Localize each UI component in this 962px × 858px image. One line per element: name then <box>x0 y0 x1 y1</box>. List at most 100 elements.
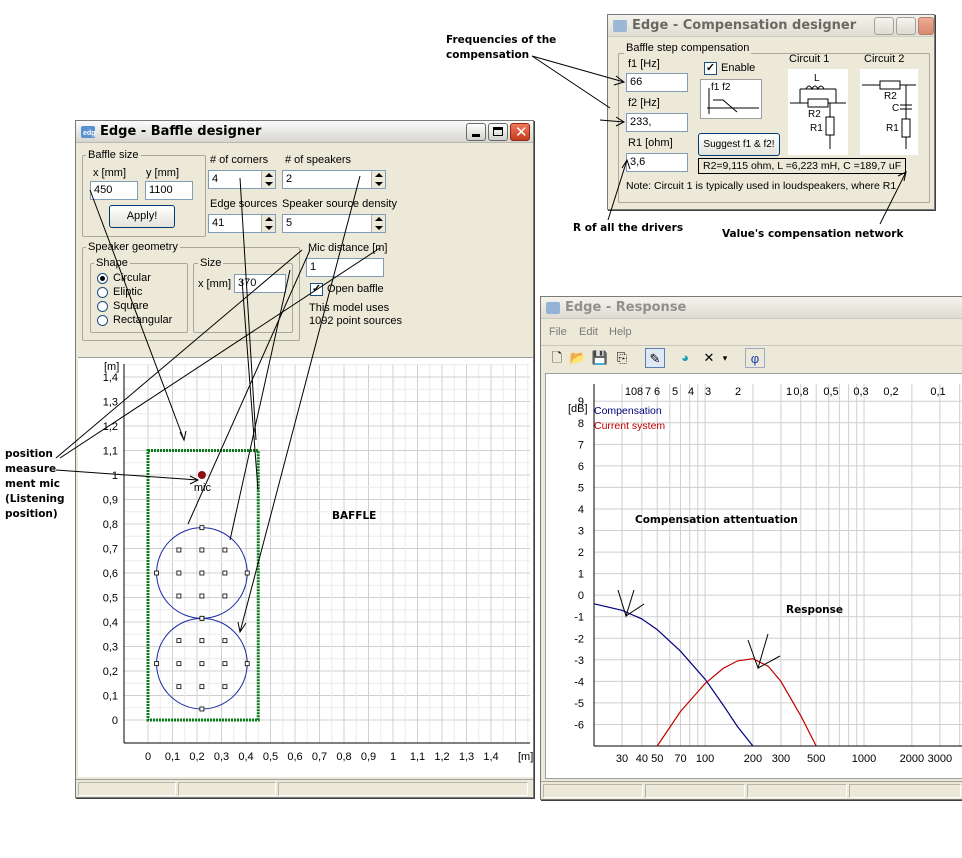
y-tick-label: -4 <box>574 676 584 688</box>
point-source <box>199 661 205 667</box>
menu-file[interactable]: File <box>549 326 567 338</box>
size-x-input[interactable]: 370 <box>234 274 286 293</box>
shape-radio-circular[interactable] <box>97 273 108 284</box>
dial-icon[interactable]: ◕ <box>675 348 695 368</box>
annotation-frequencies-line1: Frequencies of the <box>446 34 557 46</box>
point-source <box>244 570 250 576</box>
status-cell <box>278 782 528 796</box>
spinner-arrows-icon[interactable] <box>261 171 275 188</box>
annotation-position-line2: measure <box>5 463 57 475</box>
spinner-arrows-icon[interactable] <box>371 171 385 188</box>
shape-option-square[interactable]: Square <box>113 300 148 312</box>
y-tick-label: -6 <box>574 719 584 731</box>
x-tick-label: 0,2 <box>189 751 204 763</box>
top-tick-label: 5 <box>672 386 678 398</box>
spinner-arrows-icon[interactable] <box>371 215 385 232</box>
x-tick-label: 500 <box>807 753 825 765</box>
y-tick-label: 0,7 <box>103 544 118 556</box>
point-source <box>222 547 228 553</box>
speakers-spinner[interactable]: 2 <box>282 170 386 189</box>
x-tick-label: 0,5 <box>263 751 278 763</box>
note-text: Note: Circuit 1 is typically used in lou… <box>626 180 897 192</box>
dropdown-icon[interactable]: ▾ <box>719 348 731 368</box>
maximize-button[interactable] <box>488 123 508 141</box>
x-tick-label: 0,3 <box>214 751 229 763</box>
open-baffle-label[interactable]: Open baffle <box>327 283 384 295</box>
y-tick-label: 0 <box>578 590 584 602</box>
shape-option-circular[interactable]: Circular <box>113 272 151 284</box>
baffle-x-input[interactable]: 450 <box>90 181 138 200</box>
shape-radio-rectangular[interactable] <box>97 315 108 326</box>
point-source <box>244 661 250 667</box>
mic-marker <box>197 471 206 479</box>
open-baffle-checkbox[interactable]: ✓ <box>310 283 323 296</box>
phase-button[interactable]: φ <box>745 348 765 368</box>
point-source <box>176 570 182 576</box>
enable-checkbox[interactable]: ✓ <box>704 62 717 75</box>
shape-option-eliptic[interactable]: Eliptic <box>113 286 142 298</box>
close-button[interactable] <box>918 17 934 35</box>
top-tick-label: 0,5 <box>823 386 838 398</box>
y-tick-label: 0,9 <box>103 495 118 507</box>
speaker-density-spinner[interactable]: 5 <box>282 214 386 233</box>
minimize-icon <box>472 134 480 137</box>
close-button[interactable]: ✕ <box>510 123 530 141</box>
f1-input[interactable]: 66 <box>626 73 688 92</box>
minimize-button[interactable] <box>874 17 894 35</box>
apply-button[interactable]: Apply! <box>109 205 175 228</box>
point-source <box>199 547 205 553</box>
app-icon <box>545 300 561 316</box>
save-icon[interactable]: 💾 <box>590 348 610 368</box>
annotation-position-line1: position <box>5 448 53 460</box>
shape-radio-square[interactable] <box>97 301 108 312</box>
top-tick-label: 7 <box>645 386 651 398</box>
delete-icon[interactable]: ✕ <box>699 348 719 368</box>
point-source <box>176 661 182 667</box>
spinner-arrows-icon[interactable] <box>261 215 275 232</box>
menu-help[interactable]: Help <box>609 326 632 338</box>
y-tick-label: -1 <box>574 612 584 624</box>
shape-option-rectangular[interactable]: Rectangular <box>113 314 172 326</box>
compensation-title-bar[interactable]: Edge - Compensation designer <box>608 15 934 37</box>
baffle-size-label: Baffle size <box>86 149 141 161</box>
new-file-icon[interactable]: 🗋 <box>547 348 567 368</box>
x-tick-label: 50 <box>651 753 663 765</box>
circuit1-R2-label: R2 <box>808 109 821 120</box>
x-tick-label: 0,7 <box>312 751 327 763</box>
corners-label: # of corners <box>210 154 269 166</box>
r1-input[interactable]: 3,6 <box>626 153 688 172</box>
minimize-button[interactable] <box>466 123 486 141</box>
y-tick-label: 1,3 <box>103 397 118 409</box>
x-tick-label: 300 <box>772 753 790 765</box>
suggest-button[interactable]: Suggest f1 & f2! <box>698 133 780 156</box>
baffle-title-bar[interactable]: edge Edge - Baffle designer ✕ <box>76 121 533 143</box>
open-folder-icon[interactable]: 📂 <box>568 348 588 368</box>
corners-spinner[interactable]: 4 <box>208 170 276 189</box>
mic-distance-input[interactable]: 1 <box>306 258 384 277</box>
circuit1-diagram: L R2 R1 <box>788 69 848 155</box>
circuit2-C-label: C <box>892 103 899 114</box>
app-icon <box>612 18 628 34</box>
copy-icon[interactable]: ⎘ <box>612 348 632 368</box>
baffle-y-input[interactable]: 1100 <box>145 181 193 200</box>
f2-input[interactable]: 233, <box>626 113 688 132</box>
top-tick-label: 2 <box>735 386 741 398</box>
series-line-current-system <box>656 658 817 747</box>
response-title-bar[interactable]: Edge - Response <box>541 297 962 319</box>
menu-bar: File Edit Help <box>541 320 962 342</box>
point-source <box>222 684 228 690</box>
pen-icon[interactable]: ✎ <box>645 348 665 368</box>
top-tick-label: 10 <box>625 386 637 398</box>
shape-radio-eliptic[interactable] <box>97 287 108 298</box>
x-tick-label: 1000 <box>852 753 876 765</box>
edge-sources-value: 41 <box>212 217 225 229</box>
maximize-button[interactable] <box>896 17 916 35</box>
y-tick-label: 1 <box>112 470 118 482</box>
y-tick-label: -3 <box>574 655 584 667</box>
edge-sources-spinner[interactable]: 41 <box>208 214 276 233</box>
x-tick-label: 40 <box>636 753 648 765</box>
menu-edit[interactable]: Edit <box>579 326 598 338</box>
enable-label[interactable]: Enable <box>721 62 755 74</box>
point-source <box>199 615 205 621</box>
values-display: R2=9,115 ohm, L =6,223 mH, C =189,7 uF <box>698 158 906 174</box>
